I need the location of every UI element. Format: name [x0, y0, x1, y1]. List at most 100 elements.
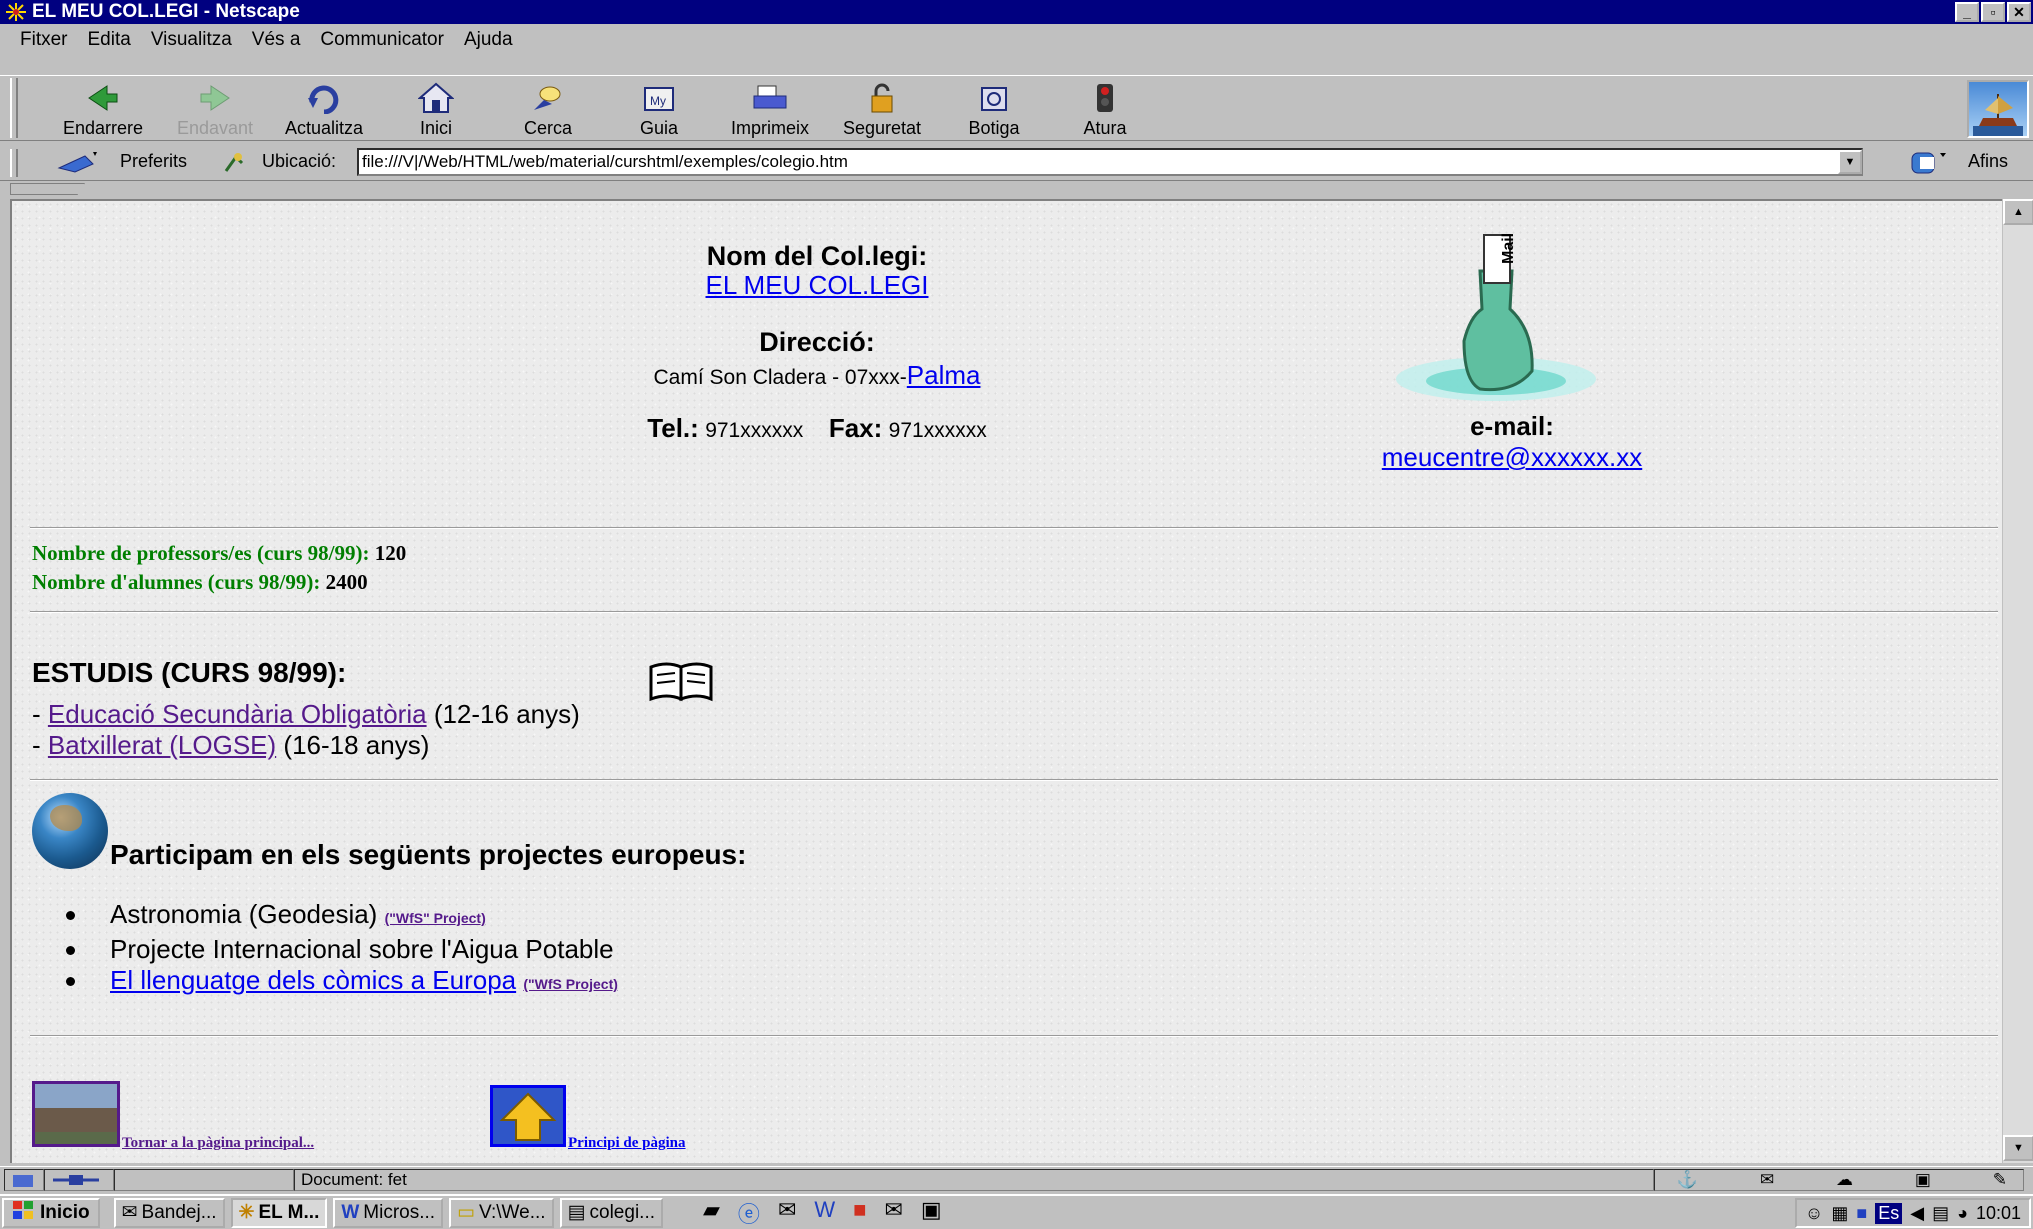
menu-file[interactable]: Fitxer [20, 29, 68, 51]
open-book-icon [647, 661, 717, 709]
divider [30, 611, 1998, 613]
fax-label: Fax: [828, 413, 883, 443]
bullet [66, 946, 75, 955]
whats-related-button[interactable]: Afins [1968, 151, 2008, 172]
back-to-home-link[interactable]: Tornar a la pàgina principal... [122, 1135, 314, 1152]
minimize-button[interactable]: _ [1955, 2, 1979, 22]
toolbar-collapse-tab[interactable] [10, 183, 85, 195]
location-proxy-icon[interactable] [222, 151, 246, 181]
svg-text:Mail: Mail [1500, 233, 1517, 264]
forward-button[interactable]: Endavant [165, 80, 265, 139]
search-icon [530, 80, 566, 116]
tray-scan-icon[interactable]: ■ [1856, 1203, 1867, 1224]
menu-edit[interactable]: Edita [88, 29, 131, 51]
up-arrow-button[interactable] [490, 1085, 566, 1147]
close-button[interactable]: ✕ [2007, 2, 2031, 22]
menu-help[interactable]: Ajuda [464, 29, 513, 51]
study-link-eso[interactable]: Educació Secundària Obligatòria [48, 699, 427, 729]
email-block: e-mail: meucentre@xxxxxx.xx [1302, 411, 1722, 473]
taskbar-item-folder[interactable]: ▭ V:\We... [449, 1197, 554, 1228]
inbox-icon[interactable]: ✉ [884, 1197, 902, 1229]
page-viewport: Nom del Col.legi: EL MEU COL.LEGI Direcc… [10, 199, 2002, 1163]
menu-go[interactable]: Vés a [252, 29, 301, 51]
search-button[interactable]: Cerca [498, 80, 598, 139]
taskbar-item-notepad[interactable]: ▤ colegi... [559, 1197, 663, 1228]
menu-communicator[interactable]: Communicator [320, 29, 444, 51]
taskbar-item-netscape[interactable]: ✳ EL M... [230, 1197, 328, 1228]
study-ages: (12-16 anys) [433, 699, 580, 729]
scroll-down-button[interactable]: ▼ [2003, 1135, 2033, 1161]
tray-printer-icon[interactable]: ▤ [1932, 1203, 1949, 1224]
app-icon[interactable]: ■ [853, 1197, 866, 1229]
guide-button[interactable]: My Guia [609, 80, 709, 139]
composer-icon[interactable]: ▣ [1915, 1170, 1931, 1190]
bookmarks-button[interactable]: Preferits [120, 151, 187, 172]
tray-network-icon[interactable]: ▦ [1831, 1203, 1848, 1224]
status-text: Document: fet [294, 1168, 1654, 1191]
scroll-up-button[interactable]: ▲ [2003, 199, 2033, 225]
back-arrow-icon [85, 80, 121, 116]
taskbar-item-inbox[interactable]: ✉ Bandej... [113, 1197, 225, 1228]
whats-related-icon[interactable] [1910, 149, 1950, 183]
shop-button[interactable]: Botiga [944, 80, 1044, 139]
tray-app-icon[interactable]: ☺ [1805, 1203, 1823, 1224]
location-grip[interactable] [10, 149, 18, 177]
discussion-icon[interactable]: ☁ [1836, 1170, 1853, 1190]
tel-label: Tel.: [647, 413, 699, 443]
monitor-icon[interactable]: ▣ [921, 1197, 942, 1229]
tray-antivirus-icon[interactable]: ◕ [1957, 1203, 1968, 1224]
school-name-label: Nom del Col.legi: [706, 241, 928, 271]
edit-icon[interactable]: ✎ [1993, 1170, 2007, 1190]
language-indicator[interactable]: Es [1875, 1202, 1903, 1224]
notepad-icon: ▤ [567, 1202, 586, 1223]
teachers-label: Nombre de professors/es (curs 98/99): [32, 541, 370, 565]
url-dropdown-button[interactable]: ▼ [1838, 150, 1862, 174]
status-bar: Document: fet ⚓ ✉ ☁ ▣ ✎ [0, 1166, 2033, 1192]
security-status-icon[interactable] [4, 1168, 44, 1191]
study-link-batxillerat[interactable]: Batxillerat (LOGSE) [48, 730, 276, 760]
volume-icon[interactable]: ◀ [1910, 1203, 1924, 1224]
taskbar-item-word[interactable]: W Micros... [333, 1197, 444, 1228]
location-label: Ubicació: [262, 151, 337, 171]
wfs-project-link[interactable]: ("WfS" Project) [385, 910, 486, 926]
reload-button[interactable]: Actualitza [274, 80, 374, 139]
start-button[interactable]: Inicio [2, 1197, 100, 1228]
divider [30, 527, 1998, 529]
outlook-icon[interactable]: ✉ [778, 1197, 796, 1229]
print-button[interactable]: Imprimeix [720, 80, 820, 139]
bookmarks-icon[interactable] [55, 150, 101, 182]
menu-view[interactable]: Visualitza [151, 29, 232, 51]
students-value: 2400 [325, 570, 368, 594]
connection-icon [44, 1168, 114, 1191]
toolbar-grip[interactable] [10, 78, 18, 138]
city-link[interactable]: Palma [907, 360, 981, 390]
home-icon [418, 80, 454, 116]
netscape-logo[interactable] [1967, 80, 2029, 138]
comics-project-link[interactable]: El llenguatge dels còmics a Europa [110, 965, 516, 995]
vertical-scrollbar[interactable]: ▲ ▼ [2002, 199, 2033, 1163]
internet-explorer-icon[interactable]: ⓔ [738, 1197, 760, 1229]
stop-button[interactable]: Atura [1055, 80, 1155, 139]
back-button[interactable]: Endarrere [53, 80, 153, 139]
project-name: Astronomia (Geodesia) [110, 899, 378, 929]
message-bottle-image: Mail [1384, 231, 1634, 421]
home-button[interactable]: Inici [386, 80, 486, 139]
folder-icon: ▭ [457, 1202, 476, 1223]
navigator-icon[interactable]: ⚓ [1677, 1170, 1698, 1190]
url-input[interactable]: file:///V|/Web/HTML/web/material/curshtm… [357, 148, 1863, 176]
printer-icon [752, 80, 788, 116]
top-of-page-link[interactable]: Principi de pàgina [568, 1135, 686, 1152]
school-name-link[interactable]: EL MEU COL.LEGI [706, 270, 929, 300]
restore-button[interactable]: ▫ [1981, 2, 2005, 22]
wfs-project-link[interactable]: ("WfS Project) [523, 976, 618, 992]
mail-icon[interactable]: ✉ [1760, 1170, 1774, 1190]
security-button[interactable]: Seguretat [832, 80, 932, 139]
teachers-value: 120 [374, 541, 407, 565]
desktop-icon[interactable]: ▰ [703, 1197, 720, 1229]
school-stats: Nombre de professors/es (curs 98/99): 12… [32, 539, 406, 597]
email-link[interactable]: meucentre@xxxxxx.xx [1382, 442, 1642, 472]
school-photo-button[interactable] [32, 1081, 120, 1147]
word-icon[interactable]: W [814, 1197, 835, 1229]
divider [30, 779, 1998, 781]
windows-taskbar: Inicio ✉ Bandej... ✳ EL M... W Micros... ▭ V… [0, 1194, 2033, 1229]
